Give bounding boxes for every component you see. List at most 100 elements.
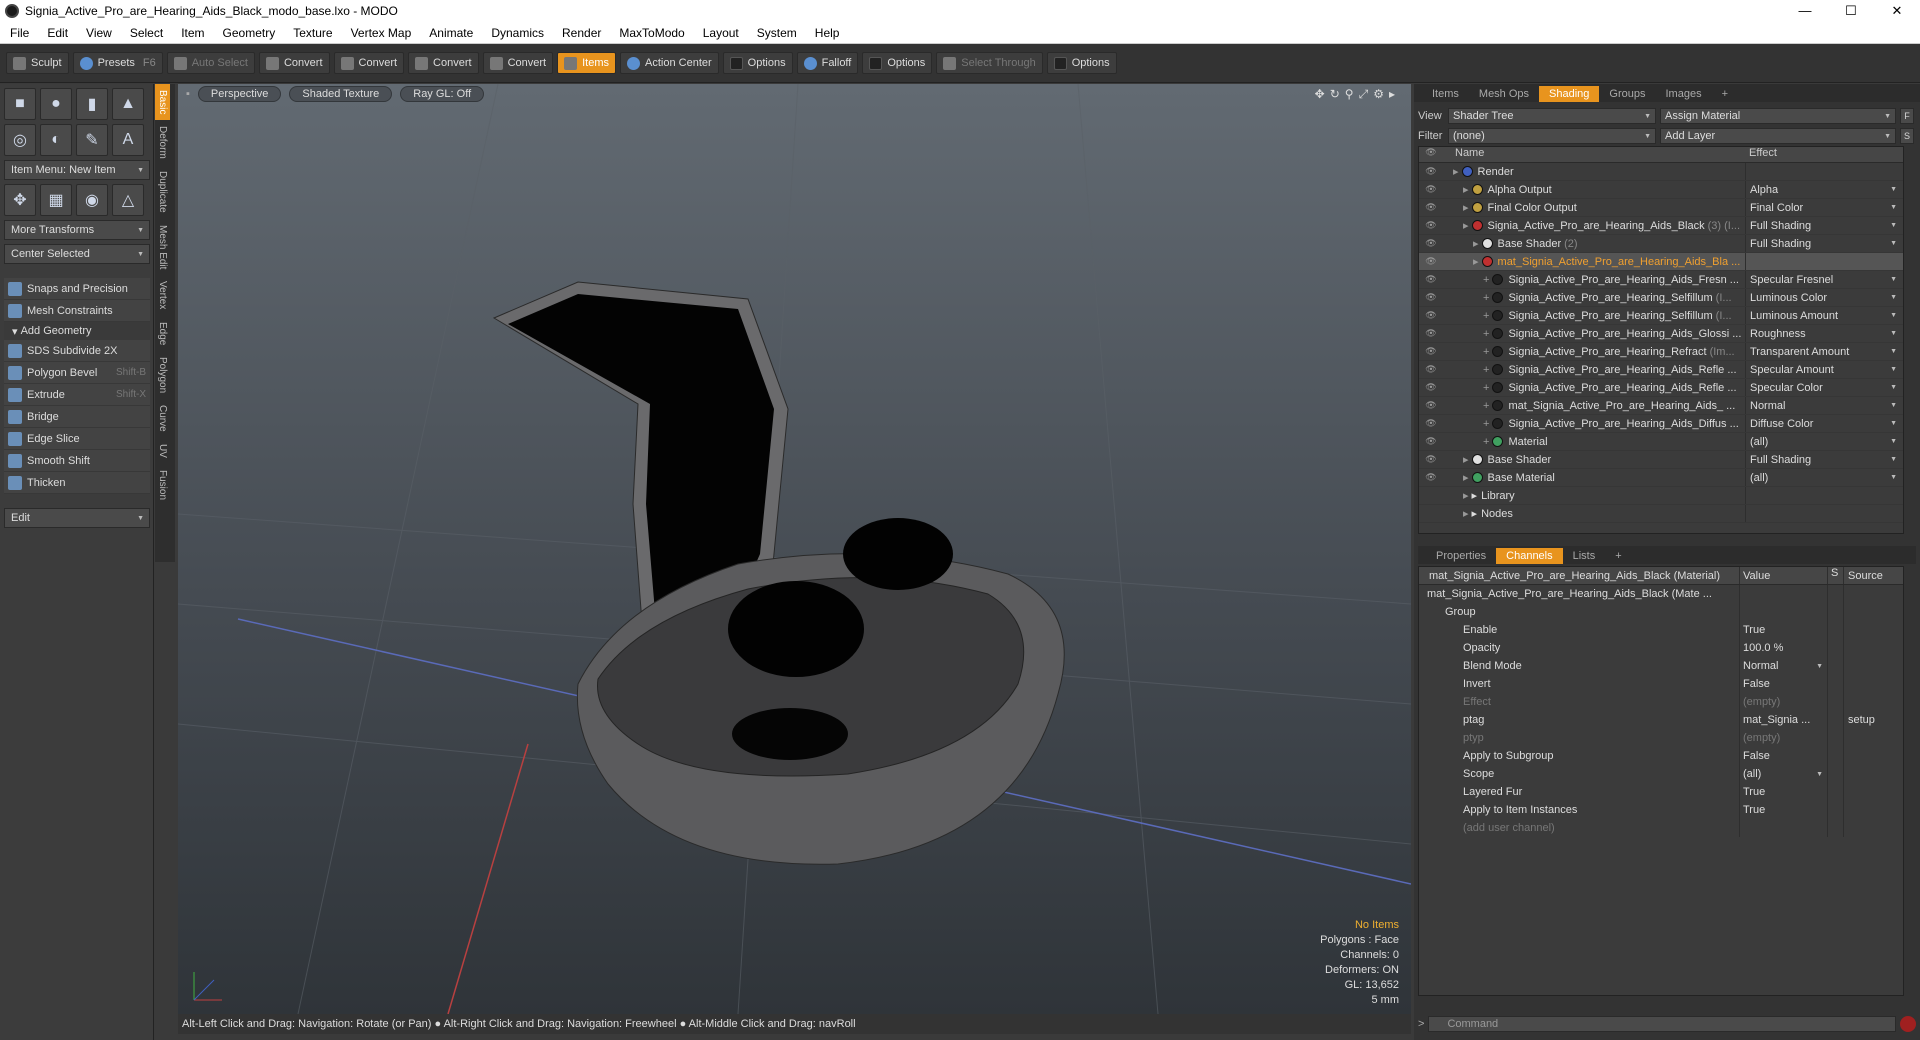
fit-icon[interactable]: ⤢ bbox=[1359, 87, 1369, 102]
filter-dropdown[interactable]: (none) bbox=[1448, 128, 1656, 144]
convert-button-3[interactable]: Convert bbox=[408, 52, 479, 74]
menu-item-edit[interactable]: Edit bbox=[37, 26, 76, 40]
channel-value[interactable]: True bbox=[1739, 783, 1827, 801]
channel-value[interactable] bbox=[1739, 603, 1827, 621]
effect-dropdown[interactable]: Full Shading bbox=[1745, 235, 1903, 252]
vtab-duplicate[interactable]: Duplicate bbox=[155, 165, 170, 219]
tab-channels[interactable]: Channels bbox=[1496, 548, 1563, 564]
shader-tree-row[interactable]: 👁 ▸ Render bbox=[1419, 163, 1903, 181]
tab-properties[interactable]: Properties bbox=[1426, 548, 1496, 564]
vtab-deform[interactable]: Deform bbox=[155, 120, 170, 165]
rotate-icon[interactable]: ↻ bbox=[1330, 87, 1340, 102]
channel-row[interactable]: (add user channel) bbox=[1419, 819, 1903, 837]
effect-dropdown[interactable]: (all) bbox=[1745, 469, 1903, 486]
channel-value[interactable]: True bbox=[1739, 801, 1827, 819]
menu-item-texture[interactable]: Texture bbox=[283, 26, 340, 40]
channel-value[interactable]: (empty) bbox=[1739, 729, 1827, 747]
cube-primitive-icon[interactable]: ■ bbox=[4, 88, 36, 120]
shader-tree-row[interactable]: 👁 ▸ Base Material (all) bbox=[1419, 469, 1903, 487]
select-through-button[interactable]: Select Through bbox=[936, 52, 1043, 74]
shader-tree-row[interactable]: 👁 + Signia_Active_Pro_are_Hearing_Aids_Di… bbox=[1419, 415, 1903, 433]
expand-arrow-icon[interactable]: + bbox=[1483, 310, 1489, 322]
close-button[interactable]: ✕ bbox=[1874, 3, 1920, 19]
shader-tree-row[interactable]: 👁 + Signia_Active_Pro_are_Hearing_Aids_Re… bbox=[1419, 379, 1903, 397]
shaded-texture-button[interactable]: Shaded Texture bbox=[289, 86, 393, 102]
menu-item-system[interactable]: System bbox=[747, 26, 805, 40]
zoom-icon[interactable]: ⚲ bbox=[1345, 87, 1354, 102]
menu-item-file[interactable]: File bbox=[0, 26, 37, 40]
visibility-eye-icon[interactable]: 👁 bbox=[1419, 256, 1443, 267]
menu-item-dynamics[interactable]: Dynamics bbox=[481, 26, 552, 40]
select-through-options-button[interactable]: Options bbox=[1046, 52, 1117, 74]
tab-mesh-ops[interactable]: Mesh Ops bbox=[1469, 86, 1539, 102]
torus-primitive-icon[interactable]: ◎ bbox=[4, 124, 36, 156]
shader-tree-row[interactable]: 👁 + Signia_Active_Pro_are_Hearing_Aids_Re… bbox=[1419, 361, 1903, 379]
effect-column-header[interactable]: Effect bbox=[1745, 147, 1777, 162]
transform-icon[interactable]: ✥ bbox=[4, 184, 36, 216]
channel-value[interactable]: False bbox=[1739, 675, 1827, 693]
expand-arrow-icon[interactable]: ▸ bbox=[1463, 183, 1469, 196]
channel-row[interactable]: ptyp (empty) bbox=[1419, 729, 1903, 747]
expand-arrow-icon[interactable]: ▸ bbox=[1463, 219, 1469, 232]
expand-arrow-icon[interactable]: ▸ bbox=[1463, 201, 1469, 214]
expand-arrow-icon[interactable]: + bbox=[1483, 346, 1489, 358]
expand-arrow-icon[interactable]: + bbox=[1483, 328, 1489, 340]
effect-dropdown[interactable]: Luminous Color bbox=[1745, 289, 1903, 306]
effect-dropdown[interactable]: Roughness bbox=[1745, 325, 1903, 342]
expand-arrow-icon[interactable]: ▸ bbox=[1463, 507, 1469, 520]
convert-button-1[interactable]: Convert bbox=[258, 52, 330, 74]
expand-arrow-icon[interactable]: + bbox=[1483, 400, 1489, 412]
edit-dropdown[interactable]: Edit bbox=[4, 508, 150, 528]
visibility-eye-icon[interactable]: 👁 bbox=[1419, 328, 1443, 339]
channel-value[interactable] bbox=[1739, 585, 1827, 603]
expand-arrow-icon[interactable]: + bbox=[1483, 364, 1489, 376]
pen-tool-icon[interactable]: ✎ bbox=[76, 124, 108, 156]
menu-item-layout[interactable]: Layout bbox=[693, 26, 747, 40]
mesh-cone-icon[interactable]: △ bbox=[112, 184, 144, 216]
settings-gear-icon[interactable]: ⚙ bbox=[1373, 87, 1384, 102]
action-center-options-button[interactable]: Options bbox=[722, 52, 793, 74]
channel-value[interactable]: 100.0 % bbox=[1739, 639, 1827, 657]
expand-arrow-icon[interactable]: ▸ bbox=[1453, 165, 1459, 178]
3d-viewport[interactable]: ▪ Perspective Shaded Texture Ray GL: Off… bbox=[178, 84, 1411, 1014]
perspective-button[interactable]: Perspective bbox=[197, 86, 282, 102]
shader-tree-row[interactable]: 👁 ▸ Alpha Output Alpha bbox=[1419, 181, 1903, 199]
add-geometry-header[interactable]: ▾ Add Geometry bbox=[4, 322, 150, 340]
tool-edge-slice[interactable]: Edge Slice bbox=[4, 428, 150, 450]
expand-arrow-icon[interactable]: ▸ bbox=[1463, 489, 1469, 502]
effect-dropdown[interactable]: Alpha bbox=[1745, 181, 1903, 198]
expand-arrow-icon[interactable]: + bbox=[1483, 274, 1489, 286]
channel-row[interactable]: Group bbox=[1419, 603, 1903, 621]
item-menu-dropdown[interactable]: Item Menu: New Item bbox=[4, 160, 150, 180]
center-selected-dropdown[interactable]: Center Selected bbox=[4, 244, 150, 264]
menu-item-animate[interactable]: Animate bbox=[419, 26, 481, 40]
menu-item-select[interactable]: Select bbox=[120, 26, 171, 40]
capsule-primitive-icon[interactable]: ◐ bbox=[40, 124, 72, 156]
expand-arrow-icon[interactable]: ▸ bbox=[1473, 237, 1479, 250]
expand-arrow-icon[interactable]: ▸ bbox=[1463, 453, 1469, 466]
tab-shading[interactable]: Shading bbox=[1539, 86, 1600, 102]
menu-item-geometry[interactable]: Geometry bbox=[213, 26, 284, 40]
vtab-fusion[interactable]: Fusion bbox=[155, 464, 170, 506]
channel-row[interactable]: Effect (empty) bbox=[1419, 693, 1903, 711]
shader-tree-row[interactable]: ▸ ▸ Library bbox=[1419, 487, 1903, 505]
visibility-eye-icon[interactable]: 👁 bbox=[1419, 472, 1443, 483]
visibility-eye-icon[interactable]: 👁 bbox=[1419, 454, 1443, 465]
tab-groups[interactable]: Groups bbox=[1599, 86, 1655, 102]
effect-dropdown[interactable]: Normal bbox=[1745, 397, 1903, 414]
visibility-eye-icon[interactable]: 👁 bbox=[1419, 418, 1443, 429]
channel-row[interactable]: Layered Fur True bbox=[1419, 783, 1903, 801]
effect-dropdown[interactable]: Specular Fresnel bbox=[1745, 271, 1903, 288]
vtab-edge[interactable]: Edge bbox=[155, 316, 170, 351]
view-dropdown[interactable]: Shader Tree bbox=[1448, 108, 1656, 124]
viewport-menu-icon[interactable]: ▪ bbox=[186, 88, 190, 100]
name-column-header[interactable]: Name bbox=[1443, 147, 1745, 162]
menu-item-item[interactable]: Item bbox=[171, 26, 212, 40]
channel-row[interactable]: Blend Mode Normal bbox=[1419, 657, 1903, 675]
minimize-button[interactable]: — bbox=[1782, 3, 1828, 19]
snaps-and-precision-button[interactable]: Snaps and Precision bbox=[4, 278, 150, 300]
assign-material-dropdown[interactable]: Assign Material bbox=[1660, 108, 1896, 124]
visibility-eye-icon[interactable]: 👁 bbox=[1419, 202, 1443, 213]
channel-value[interactable] bbox=[1739, 819, 1827, 837]
visibility-eye-icon[interactable]: 👁 bbox=[1419, 220, 1443, 231]
